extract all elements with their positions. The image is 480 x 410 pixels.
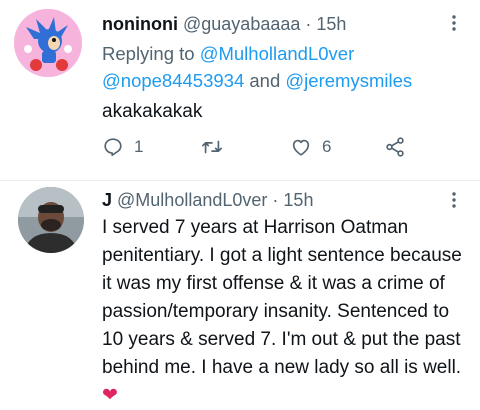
display-name[interactable]: J xyxy=(102,190,112,210)
tweet-header: J @MulhollandL0ver · 15h xyxy=(102,189,313,211)
user-handle[interactable]: @guayabaaaa xyxy=(183,14,300,34)
tweet-actions: 1 6 xyxy=(102,136,432,164)
reply-button[interactable]: 1 xyxy=(102,136,143,158)
separator-dot: · xyxy=(305,14,312,34)
like-count: 6 xyxy=(322,137,332,156)
retweet-icon xyxy=(202,140,222,154)
reply-count: 1 xyxy=(134,137,144,156)
mention-link[interactable]: @jeremysmiles xyxy=(285,70,412,91)
reply-and: and xyxy=(249,70,281,91)
tweet-noninoni[interactable]: noninoni @guayabaaaa · 15h Replying to @… xyxy=(0,0,480,180)
share-button[interactable] xyxy=(384,136,406,158)
avatar-photo xyxy=(18,187,84,253)
reply-prefix: Replying to xyxy=(102,43,195,64)
tweet-text-container: I served 7 years at Harrison Oatman peni… xyxy=(102,214,472,410)
tweet-text: I served 7 years at Harrison Oatman peni… xyxy=(102,217,462,378)
timestamp[interactable]: 15h xyxy=(283,190,313,210)
like-icon xyxy=(292,139,310,156)
avatar[interactable] xyxy=(14,9,82,77)
reply-icon xyxy=(104,138,122,157)
like-button[interactable]: 6 xyxy=(290,136,331,158)
heart-emoji: ❤ xyxy=(102,385,118,406)
timestamp[interactable]: 15h xyxy=(316,14,346,34)
mention-link[interactable]: @nope84453934 xyxy=(102,70,244,91)
separator-dot: · xyxy=(272,190,279,210)
avatar[interactable] xyxy=(18,187,84,253)
avatar-illustration xyxy=(14,9,82,77)
mention-link[interactable]: @MulhollandL0ver xyxy=(200,43,355,64)
more-icon[interactable] xyxy=(444,189,464,211)
tweet-text: akakakakak xyxy=(102,101,203,122)
display-name[interactable]: noninoni xyxy=(102,14,178,34)
share-icon xyxy=(386,137,404,157)
tweet-header: noninoni @guayabaaaa · 15h xyxy=(102,13,346,35)
user-handle[interactable]: @MulhollandL0ver xyxy=(117,190,267,210)
more-icon[interactable] xyxy=(444,12,464,34)
reply-context: Replying to @MulhollandL0ver @nope844539… xyxy=(102,40,462,94)
retweet-button[interactable] xyxy=(200,136,224,158)
